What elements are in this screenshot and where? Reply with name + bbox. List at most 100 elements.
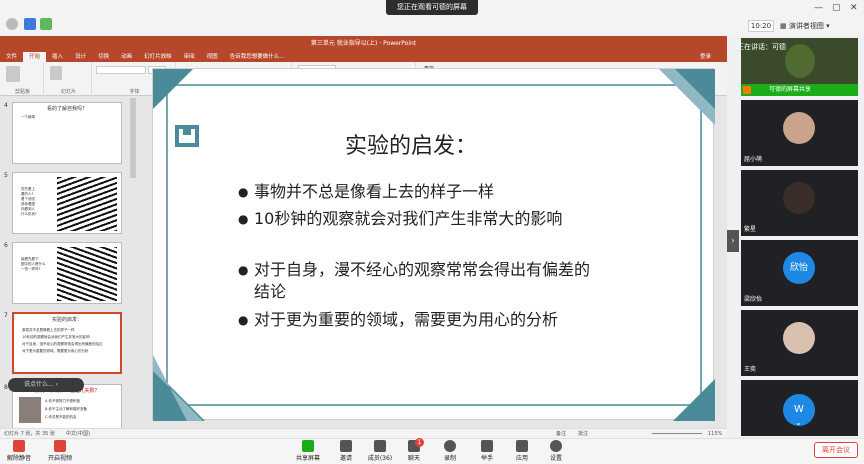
ppt-status-bar: 幻灯片 7 张，共 35 张 中文(中国) 备注 批注 115% [0, 428, 727, 438]
thumb-number: 5 [4, 172, 8, 179]
raise-hand-icon [481, 440, 493, 452]
sign-in-link[interactable]: 登录 [694, 52, 717, 62]
thumb-line: 对于自身，漫不经心的观察常常会得出有偏差的结论 [22, 342, 103, 346]
thumb-title: 看的了解自我吗？ [46, 106, 87, 112]
participant-avatar [783, 322, 815, 354]
raise-hand-label: 举手 [480, 455, 493, 462]
record-label: 录制 [443, 455, 456, 462]
ppt-ribbon-tabs: 文件 开始 插入 设计 切换 动画 幻灯片放映 审阅 视图 告诉我您想要做什么... 登录 [0, 52, 727, 62]
tab-home[interactable]: 开始 [23, 52, 47, 62]
apps-button[interactable]: 应用 [512, 438, 532, 464]
start-video-label: 开启视频 [47, 455, 72, 462]
unmute-button[interactable]: 解除静音 [6, 438, 32, 464]
slide-bullet: ● 事物并不总是像看上去的样子一样 [238, 181, 598, 203]
mic-muted-icon [13, 440, 25, 452]
bullet-icon: ● [238, 212, 249, 226]
chat-unread-badge: 1 [415, 438, 424, 447]
participant-tile[interactable]: W ⌄ [741, 380, 858, 436]
participant-avatar-initials: 欣怡 [783, 252, 815, 284]
tab-slideshow[interactable]: 幻灯片放映 [138, 52, 178, 62]
bullet-icon: ● [238, 313, 249, 327]
case-photo [19, 397, 41, 423]
share-screen-icon [302, 440, 314, 452]
participant-tile[interactable]: 繁星 [741, 170, 858, 236]
new-slide-icon[interactable] [50, 66, 62, 80]
participant-tile[interactable]: 王奕 [741, 310, 858, 376]
tab-review[interactable]: 审阅 [178, 52, 201, 62]
clipboard-group-label: 剪贴板 [14, 89, 30, 95]
thumb-number: 4 [4, 102, 8, 109]
record-icon [444, 440, 456, 452]
view-mode-button[interactable]: ▦ 演讲者视图 ▾ [780, 20, 842, 32]
tab-animations[interactable]: 动画 [115, 52, 138, 62]
tab-view[interactable]: 视图 [201, 52, 224, 62]
tab-insert[interactable]: 插入 [46, 52, 69, 62]
viewing-screen-banner: 您正在观看可德的屏幕 [386, 0, 478, 15]
minimize-icon[interactable]: — [814, 3, 823, 13]
maximize-icon[interactable]: ▢ [832, 3, 841, 13]
slide-bullet: ● 10秒钟的观察就会对我们产生非常大的影响 [238, 208, 598, 252]
participant-avatar [783, 112, 815, 144]
view-mode-label: 演讲者视图 [788, 22, 824, 30]
gear-icon [550, 440, 562, 452]
signal-icon[interactable] [40, 18, 52, 30]
share-screen-button[interactable]: 共享屏幕 [294, 438, 322, 464]
illusion-image [57, 247, 117, 301]
ppt-title-bar: 第三单元 就业指导以(上) · PowerPoint [0, 36, 727, 52]
members-button[interactable]: 成员(36) [366, 438, 394, 464]
slide-title: 实验的启发： [345, 134, 478, 159]
participant-name: 王奕 [744, 366, 757, 373]
thumb-number: 6 [4, 242, 8, 249]
slide-thumbnail-4[interactable]: 看的了解自我吗？ 一个新闻 [12, 102, 122, 164]
paste-icon[interactable] [6, 66, 20, 82]
illusion-image [57, 177, 117, 231]
zoom-slider[interactable] [652, 433, 702, 434]
thumb-line: A.你不够努力不够积极 [45, 399, 80, 403]
collapse-panel-button[interactable]: › [727, 230, 739, 252]
participant-tile[interactable]: 欣怡 梁欣怡 [741, 240, 858, 306]
close-icon[interactable]: ✕ [850, 3, 858, 13]
members-icon [374, 440, 386, 452]
bullet-text: 对于自身，漫不经心的观察常常会得出有偏差的结论 [254, 260, 591, 301]
participant-avatar [783, 182, 815, 214]
invite-icon [340, 440, 352, 452]
shield-icon[interactable] [24, 18, 36, 30]
bullet-icon: ● [238, 263, 249, 277]
slide-thumbnail-6[interactable]: 接着先看下 图中的人是什么 一张一样吗? [12, 242, 122, 304]
thumbnails-scrollbar[interactable] [130, 98, 136, 178]
slides-group-label: 幻灯片 [60, 89, 76, 95]
tab-transitions[interactable]: 切换 [92, 52, 115, 62]
font-family-select[interactable] [96, 66, 146, 74]
slide-thumbnail-5[interactable]: 您先看上 看的人? 看个测试 请你看图 你看到人 什么形状? [12, 172, 122, 234]
participants-panel [727, 36, 864, 438]
settings-button[interactable]: 设置 [546, 438, 566, 464]
info-icon[interactable] [6, 18, 18, 30]
slide-bullet: ● 对于更为重要的领域，需要更为用心的分析 [238, 309, 598, 353]
thumb-line: 一张一样吗? [21, 267, 41, 271]
thumb-line: 对于更为重要的领域，需要更为用心的分析 [22, 349, 89, 353]
tab-design[interactable]: 设计 [69, 52, 92, 62]
participant-name: 繁星 [744, 226, 757, 233]
chat-label: 聊天 [407, 455, 420, 462]
thumb-line: 事物并不总是像看上去的样子一样 [22, 328, 75, 332]
leave-meeting-button[interactable]: 离开会议 [814, 442, 858, 458]
meeting-time: 10:20 [748, 20, 774, 32]
participant-tile[interactable]: 屈小萌 [741, 100, 858, 166]
slide-thumbnail-7-selected[interactable]: 实验的启发： 事物并不总是像看上去的样子一样 10秒钟的观察就会对我们产生非常大… [12, 312, 122, 374]
invite-button[interactable]: 邀请 [336, 438, 356, 464]
participant-name: 梁欣怡 [744, 296, 763, 303]
thumb-line: 一个新闻 [21, 115, 35, 119]
slide-bullet: ● 对于自身，漫不经心的观察常常会得出有偏差的结论 [238, 259, 598, 303]
settings-label: 设置 [549, 455, 562, 462]
tab-file[interactable]: 文件 [0, 52, 23, 62]
apps-icon [516, 440, 528, 452]
tell-me-search[interactable]: 告诉我您想要做什么... [224, 52, 291, 62]
record-button[interactable]: 录制 [440, 438, 460, 464]
start-video-button[interactable]: 开启视频 [46, 438, 74, 464]
screen-share-tile-label[interactable]: 可德的屏幕共享 [741, 84, 858, 96]
chat-placeholder: 说点什么... [24, 381, 54, 388]
raise-hand-button[interactable]: 举手 [477, 438, 497, 464]
scroll-down-icon[interactable]: ⌄ [795, 418, 802, 427]
chat-input-bubble[interactable]: 说点什么... ‹ [8, 378, 84, 392]
plant-image [785, 44, 815, 78]
